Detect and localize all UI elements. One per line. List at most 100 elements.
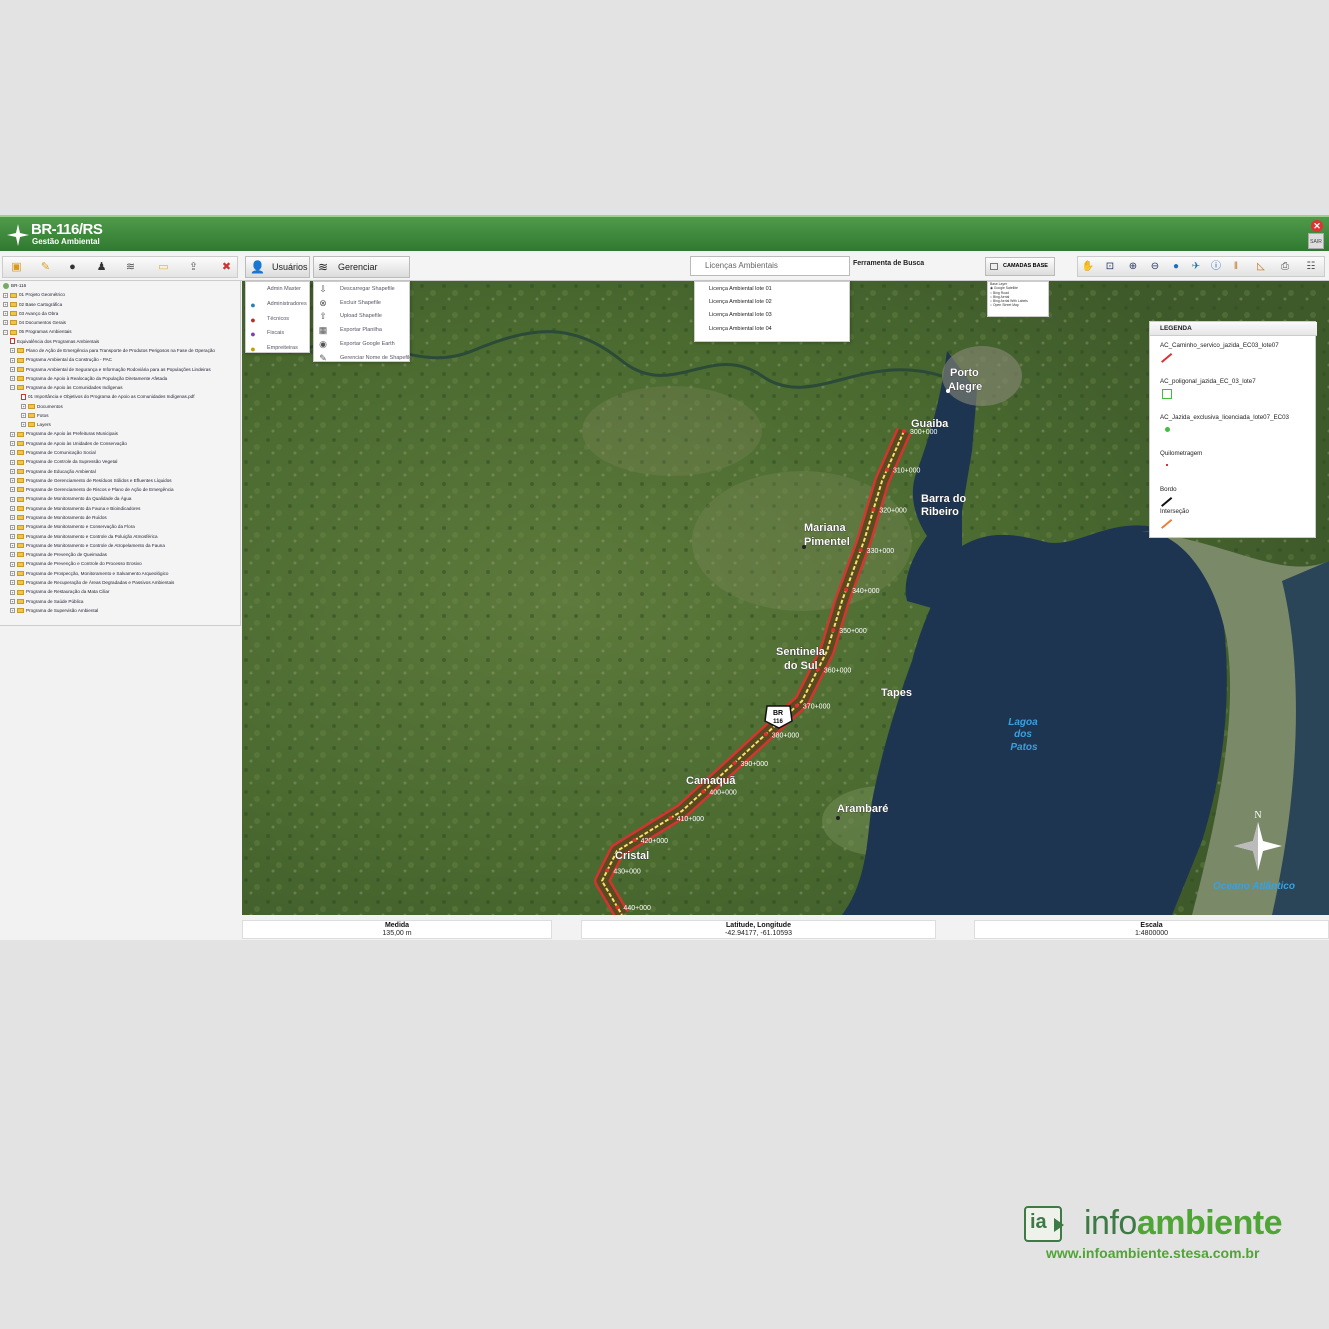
layers-icon[interactable]: ≋ — [123, 260, 138, 274]
pan-icon[interactable]: ✋ — [1081, 260, 1095, 274]
add-folder-icon[interactable]: ▣ — [9, 260, 24, 274]
tree-item[interactable]: + Documentos — [21, 402, 63, 411]
tree-item[interactable]: 01 Importância e Objetivos do Programa d… — [21, 392, 195, 401]
expand-toggle-icon[interactable]: + — [3, 301, 8, 307]
edit-icon[interactable]: ✎ — [38, 260, 53, 274]
user-add-icon[interactable]: ♟ — [94, 260, 109, 274]
search-result-item[interactable]: Licença Ambiental lote 02 — [709, 299, 772, 305]
shapefile-menu-item[interactable]: Gerenciar Nome de Shapefile — [340, 355, 412, 361]
tree-item[interactable]: + Programa Ambiental de Segurança e Infor… — [10, 365, 211, 374]
expand-toggle-icon[interactable]: + — [3, 292, 8, 298]
ruler-icon[interactable]: ‖ — [1229, 260, 1243, 274]
tree-item[interactable]: + Programa de Recuperação de Áreas Degrad… — [10, 578, 174, 587]
shapefile-menu-item[interactable]: Descarregar Shapefile — [340, 286, 395, 292]
base-layers-button[interactable]: CAMADAS BASE — [985, 257, 1055, 276]
expand-toggle-icon[interactable]: + — [21, 403, 26, 409]
expand-toggle-icon[interactable]: + — [3, 320, 8, 326]
user-menu-item[interactable]: Admin Master — [267, 286, 301, 292]
expand-toggle-icon[interactable]: + — [10, 459, 15, 465]
tree-item[interactable]: +04 Documentos Gerais — [3, 318, 66, 327]
expand-toggle-icon[interactable]: − — [3, 329, 8, 335]
tree-item[interactable]: + Programa de Apoio à Realocação da Popul… — [10, 374, 167, 383]
user-menu-item[interactable]: Empreiteiras — [267, 345, 298, 351]
expand-toggle-icon[interactable]: + — [10, 506, 15, 511]
expand-toggle-icon[interactable]: + — [10, 487, 15, 493]
area-icon[interactable]: ◺ — [1254, 260, 1268, 274]
tree-item[interactable]: + Programa de Prevenção de Queimadas — [10, 550, 107, 559]
export-icon[interactable]: ⇪ — [186, 260, 201, 274]
expand-toggle-icon[interactable]: + — [3, 311, 8, 317]
tree-item[interactable]: Equivalência dos Programas Ambientais — [10, 337, 99, 346]
expand-toggle-icon[interactable]: + — [10, 450, 15, 456]
expand-toggle-icon[interactable]: − — [10, 385, 15, 391]
expand-toggle-icon[interactable]: + — [10, 357, 15, 363]
expand-toggle-icon[interactable]: + — [10, 561, 15, 567]
expand-toggle-icon[interactable]: + — [10, 580, 15, 586]
expand-toggle-icon[interactable]: + — [10, 376, 15, 382]
expand-toggle-icon[interactable]: + — [10, 524, 15, 530]
tree-item[interactable]: + Programa de Comunicação Social — [10, 448, 96, 457]
search-result-item[interactable]: Licença Ambiental lote 03 — [709, 312, 772, 318]
expand-toggle-icon[interactable]: + — [10, 533, 15, 539]
tree-item[interactable]: + Programa de Educação Ambiental — [10, 467, 96, 476]
map-view[interactable]: 300+000 310+000 320+000 330+000 340+000 350+0… — [242, 281, 1329, 915]
tree-item[interactable]: − Programa de Apoio às Comunidades Indíge… — [10, 383, 123, 392]
tree-item[interactable]: + Programa de Gerenciamento de Resíduos S… — [10, 476, 172, 485]
tree-item[interactable]: + Programa de Monitoramento de Ruídos — [10, 513, 107, 522]
expand-toggle-icon[interactable]: + — [10, 478, 15, 484]
expand-toggle-icon[interactable]: + — [10, 608, 15, 614]
tree-item[interactable]: + Programa de Monitoramento da Qualidade … — [10, 494, 131, 503]
close-button[interactable]: ✕ — [1311, 220, 1323, 232]
shapefile-menu-item[interactable]: Upload Shapefile — [340, 313, 382, 319]
expand-toggle-icon[interactable]: + — [10, 496, 15, 502]
tree-item[interactable]: + Programa de Monitoramento e Controle de… — [10, 541, 165, 550]
delete-icon[interactable]: ✖ — [219, 260, 234, 274]
tree-item[interactable]: − 05 Programas Ambientais — [3, 327, 72, 336]
tree-item[interactable]: + Layers — [21, 420, 51, 429]
info-icon[interactable]: ⓘ — [1209, 260, 1223, 274]
zoom-box-icon[interactable]: ⊡ — [1103, 260, 1117, 274]
expand-toggle-icon[interactable]: + — [10, 589, 15, 595]
tree-item[interactable]: +01 Projeto Geométrico — [3, 290, 65, 299]
tree-root[interactable]: BR-116 — [3, 281, 26, 290]
tree-item[interactable]: + Plano de Ação de Emergência para Transp… — [10, 346, 215, 355]
shapefile-button[interactable]: ≋ Gerenciar Shapefile — [313, 256, 410, 292]
expand-toggle-icon[interactable]: + — [10, 441, 15, 447]
search-result-item[interactable]: Licença Ambiental lote 04 — [709, 326, 772, 332]
user-menu-item[interactable]: Administradores — [267, 301, 307, 307]
expand-toggle-icon[interactable]: + — [10, 431, 15, 437]
expand-toggle-icon[interactable]: + — [10, 515, 15, 521]
expand-toggle-icon[interactable]: + — [10, 552, 15, 558]
tree-item[interactable]: + Programa de Prevenção e Controle do Pro… — [10, 559, 142, 568]
tree-item[interactable]: + Programa de Monitoramento e Conservação… — [10, 522, 135, 531]
expand-toggle-icon[interactable]: + — [10, 570, 15, 576]
zoom-out-icon[interactable]: ⊖ — [1148, 260, 1162, 274]
brand-url[interactable]: www.infoambiente.stesa.com.br — [1046, 1245, 1259, 1261]
tree-item[interactable]: + Programa de Apoio às Prefeituras Munici… — [10, 429, 118, 438]
tree-item[interactable]: + Programa de Controle da Supressão Veget… — [10, 457, 117, 466]
tree-item[interactable]: +02 Base Cartográfica — [3, 300, 62, 309]
users-button[interactable]: 👤 Usuários — [245, 256, 310, 278]
table-icon[interactable]: ☷ — [1304, 260, 1318, 274]
tree-item[interactable]: + Fotos — [21, 411, 49, 420]
user-icon[interactable]: ● — [65, 260, 80, 274]
user-menu-item[interactable]: Técnicos — [267, 316, 289, 322]
base-layer-switcher[interactable]: Base Layer ◉ Google Satellite ○ Bing Road… — [987, 281, 1049, 317]
globe-icon[interactable]: ● — [1169, 260, 1183, 274]
tree-item[interactable]: + Programa de Gerenciamento de Riscos e P… — [10, 485, 174, 494]
expand-toggle-icon[interactable]: + — [10, 366, 15, 372]
shapefile-menu-item[interactable]: Excluir Shapefile — [340, 300, 381, 306]
tree-item[interactable]: + Programa de Restauração da Mata Ciliar — [10, 587, 110, 596]
marker-icon[interactable]: ✈ — [1189, 260, 1203, 274]
tree-item[interactable]: + Programa de Monitoramento e Controle da… — [10, 532, 158, 541]
exit-button[interactable]: SAIR — [1308, 233, 1324, 249]
expand-toggle-icon[interactable]: + — [10, 348, 15, 354]
tree-item[interactable]: + Programa de Apoio às Unidades de Conser… — [10, 439, 127, 448]
shapefile-menu-item[interactable]: Exportar Google Earth — [340, 341, 395, 347]
expand-toggle-icon[interactable]: + — [21, 413, 26, 419]
expand-toggle-icon[interactable]: + — [10, 468, 15, 474]
user-menu-item[interactable]: Fiscais — [267, 330, 284, 336]
tree-item[interactable]: + Programa de Monitoramento da Fauna e Bi… — [10, 504, 140, 513]
tree-item[interactable]: +03 Avanço da Obra — [3, 309, 58, 318]
tree-item[interactable]: + Programa Ambiental da Construção - PAC — [10, 355, 112, 364]
